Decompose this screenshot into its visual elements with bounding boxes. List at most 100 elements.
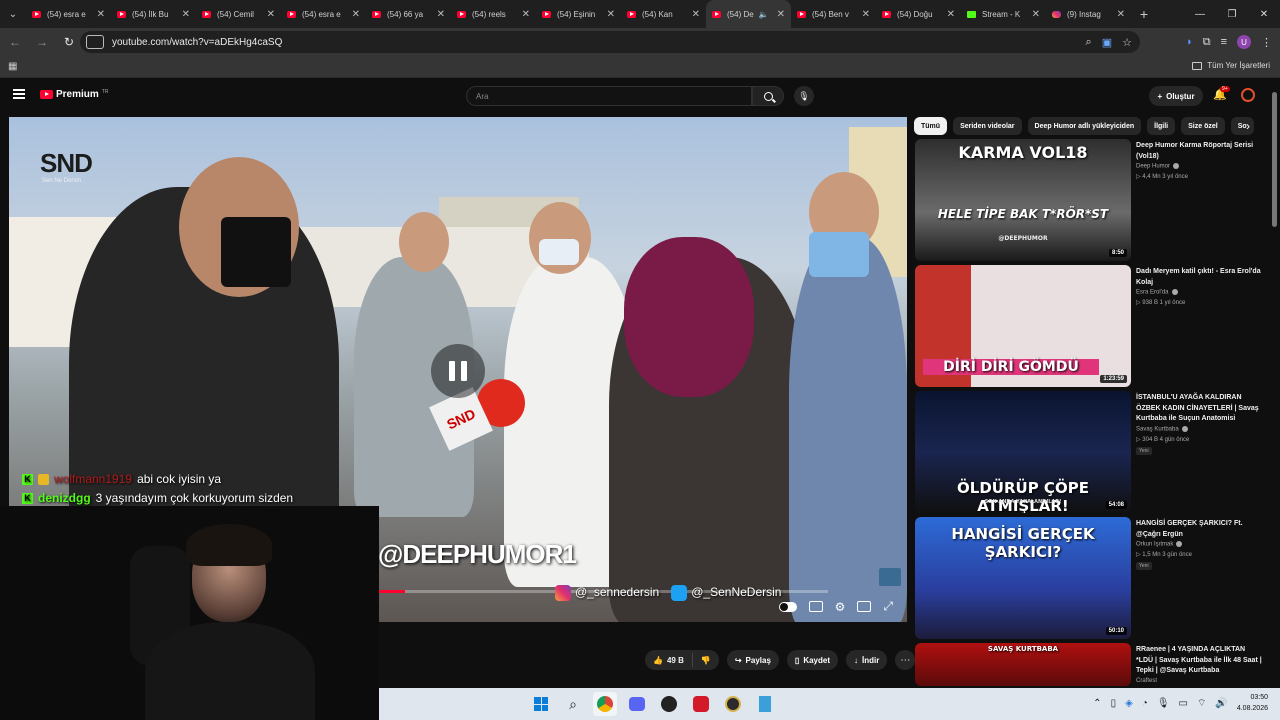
- volume-icon[interactable]: 🔊: [1215, 698, 1227, 709]
- extensions-puzzle-icon[interactable]: ⧉: [1203, 36, 1211, 49]
- tab-search-chevron-icon[interactable]: ⌄: [0, 0, 26, 28]
- video-thumbnail[interactable]: DİRİ DİRİ GÖMDÜ 1:23:59: [915, 265, 1131, 387]
- video-title[interactable]: RRaenee | 4 YAŞINDA AÇLIKTAN *LDÜ | Sava…: [1136, 645, 1264, 677]
- obs-icon[interactable]: [657, 692, 681, 716]
- close-tab-icon[interactable]: ✕: [522, 9, 530, 20]
- taskbar-search-icon[interactable]: ⌕: [561, 692, 585, 716]
- voice-search-button[interactable]: 🎙: [794, 86, 814, 106]
- mic-tray-icon[interactable]: 🎙: [1157, 698, 1170, 709]
- bookmark-star-icon[interactable]: ☆: [1122, 36, 1132, 49]
- recommended-video[interactable]: DİRİ DİRİ GÖMDÜ 1:23:59 Dadı Meryem katil …: [915, 265, 1265, 387]
- channel-name[interactable]: Savaş Kurtbaba: [1136, 425, 1188, 432]
- like-button[interactable]: 👍 49 B: [645, 653, 693, 667]
- subtitles-icon[interactable]: [808, 601, 823, 612]
- save-button[interactable]: ▯ Kaydet: [786, 650, 838, 670]
- forward-button[interactable]: →: [30, 30, 54, 54]
- chrome-icon[interactable]: [593, 692, 617, 716]
- close-tab-icon[interactable]: ✕: [97, 9, 105, 20]
- browser-tab[interactable]: (9) Instag ✕: [1046, 0, 1131, 28]
- app-icon[interactable]: [721, 692, 745, 716]
- recommended-video[interactable]: SAVAŞ KURTBABA RRaenee | 4 YAŞINDA AÇLIKT…: [915, 643, 1265, 686]
- create-button[interactable]: + Oluştur: [1149, 86, 1203, 106]
- extension-icon[interactable]: ▣: [1102, 36, 1112, 49]
- browser-tab[interactable]: (54) Cemil ✕: [196, 0, 281, 28]
- search-input[interactable]: Ara: [466, 86, 752, 106]
- filter-chip[interactable]: Tümü: [914, 117, 948, 135]
- youtube-premium-logo[interactable]: Premium TR: [40, 89, 108, 100]
- more-actions-button[interactable]: ⋯: [895, 650, 916, 670]
- url-text[interactable]: youtube.com/watch?v=aDEkHg4caSQ: [112, 37, 282, 48]
- close-tab-icon[interactable]: ✕: [352, 9, 360, 20]
- page-scrollbar[interactable]: [1270, 82, 1280, 686]
- close-tab-icon[interactable]: ✕: [182, 9, 190, 20]
- all-bookmarks-button[interactable]: Tüm Yer İşaretleri: [1192, 61, 1270, 70]
- miniplayer-icon[interactable]: [857, 601, 872, 612]
- discord-icon[interactable]: [625, 692, 649, 716]
- browser-tab[interactable]: (54) esra e ✕: [281, 0, 366, 28]
- video-title[interactable]: İSTANBUL'U AYAĞA KALDIRAN ÖZBEK KADIN Cİ…: [1136, 393, 1264, 425]
- wifi-icon[interactable]: ⌔: [1197, 697, 1206, 710]
- chevron-right-icon[interactable]: ›: [1240, 117, 1256, 135]
- notepad-icon[interactable]: [753, 692, 777, 716]
- browser-tab[interactable]: (54) De 🔈 ✕: [706, 0, 791, 28]
- zoom-icon[interactable]: ⌕: [1086, 36, 1092, 49]
- browser-tab[interactable]: (54) Eşinin ✕: [536, 0, 621, 28]
- browser-tab[interactable]: (54) 66 ya ✕: [366, 0, 451, 28]
- video-title[interactable]: HANGİSİ GERÇEK ŞARKICI? Ft. @Çağrı Ergün: [1136, 519, 1264, 540]
- channel-name[interactable]: Esra Erol'da: [1136, 289, 1178, 296]
- dislike-button[interactable]: 👎: [693, 656, 719, 665]
- channel-name[interactable]: Deep Humor: [1136, 163, 1180, 170]
- red-app-icon[interactable]: [689, 692, 713, 716]
- pause-button[interactable]: [431, 344, 485, 398]
- video-title[interactable]: Deep Humor Karma Röportaj Serisi (Vol18): [1136, 141, 1264, 162]
- browser-tab[interactable]: (54) Doğu ✕: [876, 0, 961, 28]
- account-avatar[interactable]: [1241, 88, 1255, 102]
- download-button[interactable]: ↓ İndir: [846, 650, 888, 670]
- back-button[interactable]: ←: [3, 30, 27, 54]
- recommended-video[interactable]: ÖLDÜRÜP ÇÖPE ATMIŞLAR! SON ANDA YAKALANDI…: [915, 391, 1265, 513]
- address-bar[interactable]: youtube.com/watch?v=aDEkHg4caSQ ⌕ ▣ ☆: [80, 31, 1140, 53]
- close-tab-icon[interactable]: ✕: [1032, 9, 1040, 20]
- site-info-icon[interactable]: [86, 35, 104, 49]
- fullscreen-icon[interactable]: ⤢: [883, 599, 893, 614]
- scrollbar-thumb[interactable]: [1272, 92, 1277, 227]
- filter-chip[interactable]: Size özel: [1181, 117, 1225, 135]
- profile-avatar[interactable]: U: [1237, 35, 1251, 49]
- browser-tab[interactable]: (54) İlk Bu ✕: [111, 0, 196, 28]
- channel-name[interactable]: Craftest: [1136, 678, 1157, 684]
- reading-list-icon[interactable]: ≡: [1221, 36, 1227, 48]
- channel-watermark-icon[interactable]: [879, 568, 901, 586]
- recommended-video[interactable]: KARMA VOL18 HELE TİPE BAK T*RÖR*ST @DEEPHU…: [915, 139, 1265, 261]
- close-tab-icon[interactable]: ✕: [437, 9, 445, 20]
- close-tab-icon[interactable]: ✕: [947, 9, 955, 20]
- menu-hamburger-icon[interactable]: [13, 89, 25, 99]
- video-thumbnail[interactable]: SAVAŞ KURTBABA: [915, 643, 1131, 686]
- close-tab-icon[interactable]: ✕: [862, 9, 870, 20]
- network-icon[interactable]: ◔: [1142, 698, 1148, 709]
- windows-start-icon[interactable]: [529, 692, 553, 716]
- browser-tab[interactable]: (54) reels ✕: [451, 0, 536, 28]
- video-thumbnail[interactable]: ÖLDÜRÜP ÇÖPE ATMIŞLAR! SON ANDA YAKALANDI…: [915, 391, 1131, 513]
- close-tab-icon[interactable]: ✕: [1117, 9, 1125, 20]
- browser-tab[interactable]: (54) Ben v ✕: [791, 0, 876, 28]
- autoplay-toggle[interactable]: [778, 601, 797, 612]
- browser-menu-icon[interactable]: ⋮: [1261, 36, 1272, 49]
- chevron-up-icon[interactable]: ⌃: [1093, 698, 1101, 709]
- battery-icon[interactable]: ▯: [1111, 698, 1117, 709]
- close-tab-icon[interactable]: ✕: [607, 9, 615, 20]
- channel-name[interactable]: Orkun Işıtmak: [1136, 541, 1183, 548]
- recommended-video[interactable]: HANGİSİ GERÇEK ŞARKICI? 50:10 HANGİSİ GERÇ…: [915, 517, 1265, 639]
- video-thumbnail[interactable]: HANGİSİ GERÇEK ŞARKICI? 50:10: [915, 517, 1131, 639]
- filter-chip[interactable]: Deep Humor adlı yükleyiciden: [1027, 117, 1142, 135]
- maximize-icon[interactable]: ❐: [1216, 0, 1248, 28]
- reload-button[interactable]: ↻: [57, 30, 81, 54]
- speaker-icon[interactable]: 🔈: [759, 10, 769, 19]
- video-title[interactable]: Dadı Meryem katil çıktı! - Esra Erol'da …: [1136, 267, 1264, 288]
- browser-tab[interactable]: (54) esra e ✕: [26, 0, 111, 28]
- close-tab-icon[interactable]: ✕: [267, 9, 275, 20]
- share-button[interactable]: ↪ Paylaş: [726, 650, 779, 670]
- settings-gear-icon[interactable]: ⚙: [835, 600, 846, 614]
- display-icon[interactable]: ▭: [1179, 698, 1188, 709]
- system-clock[interactable]: 03:50 4.08.2026: [1237, 692, 1268, 714]
- minimize-icon[interactable]: —: [1184, 0, 1216, 28]
